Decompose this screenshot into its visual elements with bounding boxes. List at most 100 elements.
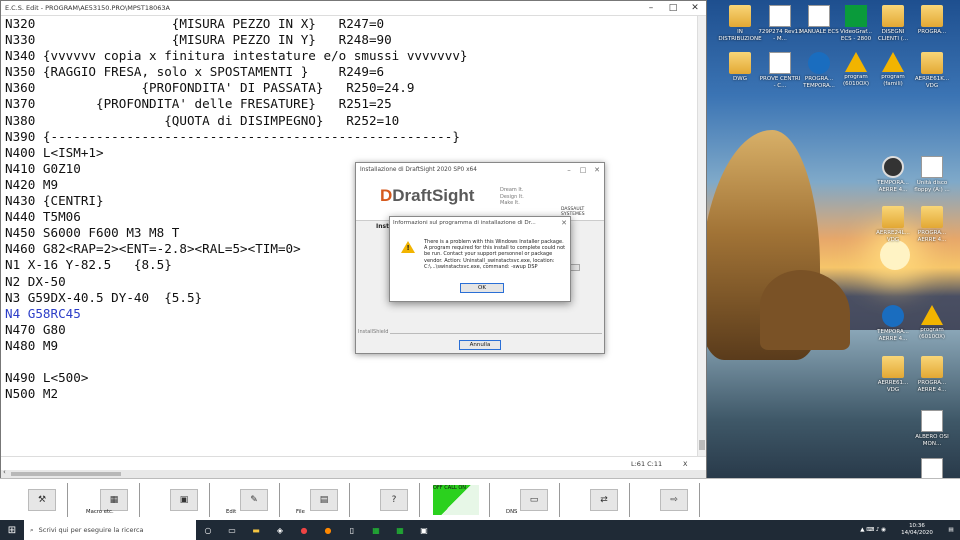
warn-icon <box>845 52 867 72</box>
desktop-icon[interactable]: PROVE CENTRI - C... <box>758 52 802 90</box>
desktop-icon[interactable]: program (6010OX) <box>910 305 954 341</box>
toolbar-icon: ⇨ <box>660 489 688 511</box>
toolbar-label: Edit <box>226 509 237 515</box>
status-close[interactable]: X <box>683 460 687 468</box>
desktop-icon[interactable]: IN DISTRIBUZIONE <box>718 5 762 43</box>
toolbar-button[interactable]: ⇨ <box>640 483 700 517</box>
code-line[interactable]: N340 {vvvvvv copia x finitura intestatur… <box>5 48 698 64</box>
desktop-icon[interactable]: AERRE24L... VDG <box>871 206 915 244</box>
start-button[interactable]: ⊞ <box>0 520 24 540</box>
folder-icon <box>882 5 904 27</box>
chrome-icon[interactable]: ● <box>292 520 316 540</box>
toolbar-icon: ✎ <box>240 489 268 511</box>
code-line[interactable]: ​ <box>5 354 698 370</box>
toolbar-button[interactable]: ? <box>360 483 420 517</box>
code-line[interactable]: N360 {PROFONDITA' DI PASSATA} R250=24.9 <box>5 80 698 96</box>
installer-close-button[interactable]: ✕ <box>590 166 604 174</box>
desktop-icon[interactable]: PROGRA... <box>910 5 954 36</box>
desktop-icon[interactable]: AERRE61K... VDG <box>910 52 954 90</box>
desktop-icon[interactable]: 729P274 Rev11 - M... <box>758 5 802 43</box>
folder-icon <box>729 52 751 74</box>
toolbar-button[interactable]: ✎ Edit <box>220 483 280 517</box>
toolbar-label: Macro etc. <box>86 509 114 515</box>
desktop-icon[interactable]: DISEGNI CLIENTI (... <box>871 5 915 43</box>
folder-icon <box>882 206 904 228</box>
desktop-icon[interactable]: DWG <box>718 52 762 83</box>
toolbar-button[interactable]: ⇄ <box>570 483 630 517</box>
desktop-icon[interactable]: ALBERO OSI MON... <box>910 410 954 448</box>
horizontal-scrollbar[interactable]: ‹ <box>1 468 706 478</box>
code-line[interactable]: N400 L<ISM+1> <box>5 145 698 161</box>
cancel-button[interactable]: Annulla <box>459 340 501 350</box>
installer-taskbar-icon[interactable]: ▣ <box>412 520 436 540</box>
hscroll-thumb[interactable] <box>11 472 121 476</box>
code-line[interactable]: N320 {MISURA PEZZO IN X} R247=0 <box>5 16 698 32</box>
clock-icon <box>882 156 904 178</box>
code-line[interactable]: N390 {----------------------------------… <box>5 129 698 145</box>
draftsight-logo: DDraftSight <box>380 186 475 205</box>
warn-icon <box>921 305 943 325</box>
desktop-icon[interactable]: AERRE61... VDG <box>871 356 915 394</box>
document-icon[interactable]: ▯ <box>340 520 364 540</box>
desktop-icon[interactable]: TEMPORA... AERRE 4... <box>871 156 915 194</box>
clock[interactable]: 10:36 14/04/2020 <box>892 523 942 537</box>
scroll-left-icon[interactable]: ‹ <box>3 468 6 476</box>
task-view-icon[interactable]: ▭ <box>220 520 244 540</box>
file-explorer-icon[interactable]: ▬ <box>244 520 268 540</box>
maximize-button[interactable]: □ <box>662 3 684 13</box>
search-box[interactable]: ⌕ Scrivi qui per eseguire la ricerca <box>24 520 196 540</box>
doc-icon <box>769 5 791 27</box>
toolbar-button[interactable]: ▭ DNS <box>500 483 560 517</box>
desktop-icon-label: 729P274 Rev11 - M... <box>758 29 802 42</box>
toolbar-button[interactable]: ▤ File <box>290 483 350 517</box>
doc-icon <box>808 5 830 27</box>
desktop-icon[interactable]: Unità disco floppy (A:) ... <box>910 156 954 194</box>
code-line[interactable]: N500 M2 <box>5 386 698 402</box>
ok-button[interactable]: OK <box>460 283 504 293</box>
installer-minimize-button[interactable]: – <box>562 166 576 174</box>
cursor-position: L:61 C:11 <box>631 459 663 468</box>
code-line[interactable]: N490 L<500> <box>5 370 698 386</box>
close-button[interactable]: ✕ <box>684 3 706 13</box>
code-line[interactable]: N370 {PROFONDITA' delle FRESATURE} R251=… <box>5 96 698 112</box>
toolbar-button[interactable]: ⚒ <box>8 483 68 517</box>
error-dialog: Informazioni sul programma di installazi… <box>389 216 571 302</box>
desktop-icon-label: program (6010OX) <box>918 327 946 340</box>
code-line[interactable]: N380 {QUOTA di DISIMPEGNO} R252=10 <box>5 113 698 129</box>
toolbar-button[interactable]: ▣ <box>150 483 210 517</box>
wallpaper-sun <box>880 240 910 270</box>
system-tray: ▲ ⌨ ♪ ◉ 10:36 14/04/2020 ▤ <box>860 520 960 540</box>
installer-title-bar: Installazione di DraftSight 2020 SP0 x64… <box>356 163 604 177</box>
desktop-icon[interactable]: PROGRA... AERRE 4... <box>910 356 954 394</box>
dialog-title: Informazioni sul programma di installazi… <box>393 220 536 226</box>
on-off-toggle[interactable]: OFF CALL ON <box>433 485 479 515</box>
desktop-icon[interactable]: TEMPORA... AERRE 4... <box>871 305 915 343</box>
installer-maximize-button[interactable]: □ <box>576 166 590 174</box>
firefox-icon[interactable]: ● <box>316 520 340 540</box>
notifications-icon[interactable]: ▤ <box>942 527 960 533</box>
minimize-button[interactable]: – <box>640 3 662 13</box>
blue-icon <box>808 52 830 74</box>
code-line[interactable]: N350 {RAGGIO FRESA, solo x SPOSTAMENTI }… <box>5 64 698 80</box>
toolbar-button[interactable]: ▦ Macro etc. <box>80 483 140 517</box>
toolbar-button[interactable]: OFF CALL ON <box>430 483 490 517</box>
desktop-icon-label: PROGRA... <box>917 29 947 35</box>
ecs-app-icon[interactable]: ▦ <box>364 520 388 540</box>
ecs-edit-icon[interactable]: ▦ <box>388 520 412 540</box>
scroll-thumb[interactable] <box>699 440 705 450</box>
desktop-icon[interactable]: program (famili) <box>871 52 915 88</box>
tray-icons[interactable]: ▲ ⌨ ♪ ◉ <box>860 527 886 533</box>
desktop-icon[interactable]: PROGRA... AERRE 4... <box>910 206 954 244</box>
desktop-icon-label: PROGRA... AERRE 4... <box>917 380 947 393</box>
installer-title: Installazione di DraftSight 2020 SP0 x64 <box>360 167 477 173</box>
dialog-close-button[interactable]: ✕ <box>558 219 570 227</box>
vertical-scrollbar[interactable] <box>697 16 706 456</box>
app-icon[interactable]: ◈ <box>268 520 292 540</box>
ecs-toolbar: ⚒ ▦ Macro etc. ▣ ✎ Edit ▤ File? OFF CALL ON ▭ DNS ⇄… <box>0 478 960 520</box>
desktop-icon-label: PROGRA... AERRE 4... <box>917 230 947 243</box>
doc-icon <box>921 458 943 478</box>
cortana-icon[interactable]: ○ <box>196 520 220 540</box>
code-line[interactable]: N330 {MISURA PEZZO IN Y} R248=90 <box>5 32 698 48</box>
desktop-icon-label: TEMPORA... AERRE 4... <box>877 329 909 342</box>
desktop-icon[interactable] <box>910 458 954 478</box>
